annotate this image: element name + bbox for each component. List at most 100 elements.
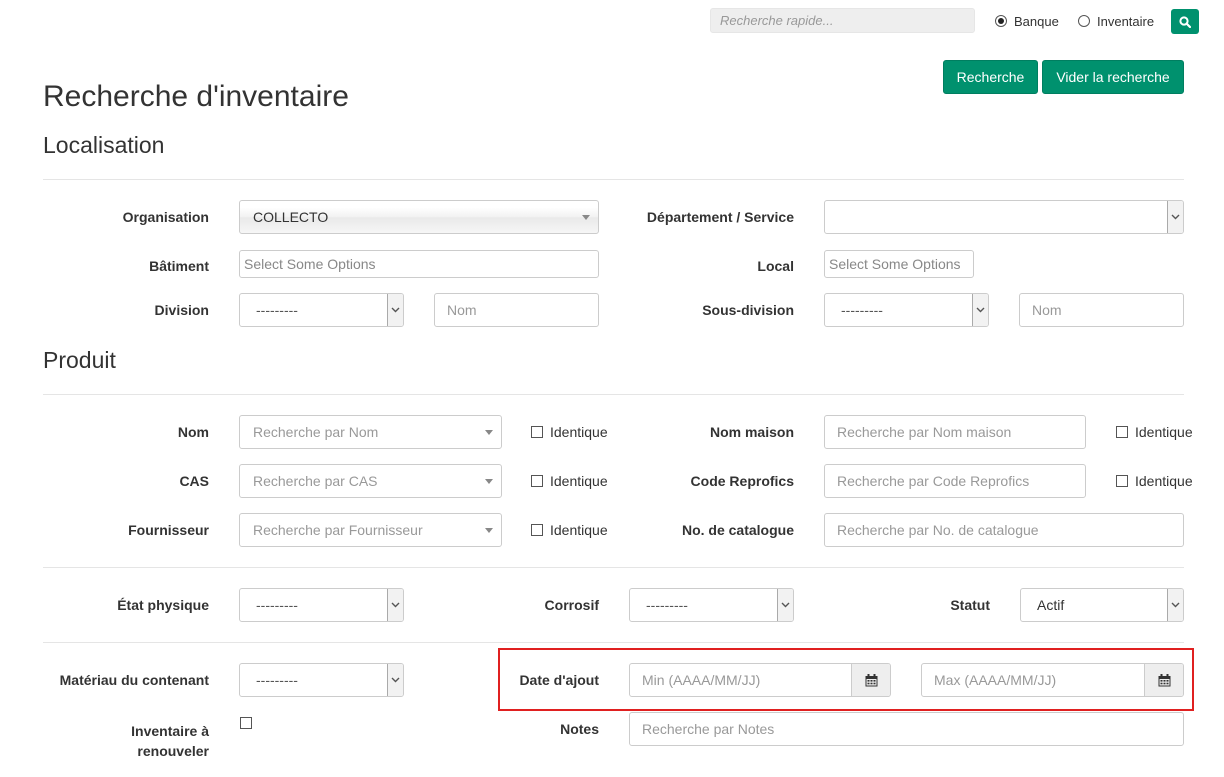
checkbox-box[interactable] xyxy=(531,426,543,438)
identique-label: Identique xyxy=(550,424,608,440)
corrosif-value: --------- xyxy=(646,597,688,613)
nom-label: Nom xyxy=(177,424,209,440)
nom-select[interactable]: Recherche par Nom xyxy=(239,415,502,449)
renouveler-label: Inventaire à renouveler xyxy=(60,721,209,761)
date-max-input[interactable]: Max (AAAA/MM/JJ) xyxy=(922,664,1144,696)
date-max-input-group[interactable]: Max (AAAA/MM/JJ) xyxy=(921,663,1184,697)
radio-inventaire-label: Inventaire xyxy=(1097,13,1155,29)
etat-value: --------- xyxy=(256,597,298,613)
nom-placeholder: Recherche par Nom xyxy=(253,424,379,440)
sousdivision-select[interactable]: --------- xyxy=(824,293,989,327)
divider xyxy=(43,642,1184,643)
notes-label: Notes xyxy=(560,721,599,737)
radio-banque-indicator[interactable] xyxy=(995,15,1007,27)
checkbox-box[interactable] xyxy=(531,475,543,487)
cas-placeholder: Recherche par CAS xyxy=(253,473,378,489)
cas-select[interactable]: Recherche par CAS xyxy=(239,464,502,498)
nom-maison-input[interactable]: Recherche par Nom maison xyxy=(824,415,1086,449)
chevron-down-icon xyxy=(1167,201,1183,233)
dropdown-arrow-icon xyxy=(485,429,493,435)
radio-banque-label: Banque xyxy=(1014,13,1059,29)
departement-label: Département / Service xyxy=(646,209,794,225)
catalogue-input[interactable]: Recherche par No. de catalogue xyxy=(824,513,1184,547)
sousdivision-nom-input[interactable]: Nom xyxy=(1019,293,1184,327)
division-nom-input[interactable]: Nom xyxy=(434,293,599,327)
nom-maison-label: Nom maison xyxy=(709,424,794,440)
clear-search-button[interactable]: Vider la recherche xyxy=(1042,60,1184,94)
division-label: Division xyxy=(154,302,209,318)
calendar-icon xyxy=(1158,673,1170,686)
checkbox-box[interactable] xyxy=(1116,475,1128,487)
departement-select[interactable] xyxy=(824,200,1184,234)
quick-search-button[interactable] xyxy=(1171,9,1199,34)
chevron-down-icon xyxy=(387,664,403,696)
catalogue-label: No. de catalogue xyxy=(681,522,794,538)
organisation-select[interactable]: COLLECTO xyxy=(239,200,599,234)
chevron-down-icon xyxy=(387,589,403,621)
chevron-down-icon xyxy=(972,294,988,326)
local-input[interactable]: Select Some Options xyxy=(824,250,974,278)
corrosif-select[interactable]: --------- xyxy=(629,588,794,622)
sousdivision-label: Sous-division xyxy=(702,302,794,318)
materiau-select[interactable]: --------- xyxy=(239,663,404,697)
calendar-button[interactable] xyxy=(851,664,890,696)
page-title: Recherche d'inventaire xyxy=(43,80,349,113)
dropdown-arrow-icon xyxy=(485,478,493,484)
section-produit-heading: Produit xyxy=(43,347,116,373)
date-ajout-label: Date d'ajout xyxy=(519,672,599,688)
checkbox-box[interactable] xyxy=(531,524,543,536)
divider xyxy=(43,179,1184,180)
corrosif-label: Corrosif xyxy=(544,597,599,613)
search-icon xyxy=(1179,15,1191,28)
fournisseur-placeholder: Recherche par Fournisseur xyxy=(253,522,423,538)
radio-inventaire[interactable]: Inventaire xyxy=(1078,12,1154,30)
nom-identique-checkbox[interactable]: Identique xyxy=(531,424,608,440)
identique-label: Identique xyxy=(550,522,608,538)
section-localisation-heading: Localisation xyxy=(43,132,165,158)
cas-label: CAS xyxy=(179,473,209,489)
date-min-input-group[interactable]: Min (AAAA/MM/JJ) xyxy=(629,663,891,697)
radio-inventaire-indicator[interactable] xyxy=(1078,15,1090,27)
reprofics-label: Code Reprofics xyxy=(690,473,794,489)
reprofics-identique-checkbox[interactable]: Identique xyxy=(1116,473,1193,489)
notes-input[interactable]: Recherche par Notes xyxy=(629,712,1184,746)
fournisseur-select[interactable]: Recherche par Fournisseur xyxy=(239,513,502,547)
renouveler-label-line1: Inventaire à xyxy=(131,723,209,739)
chevron-down-icon xyxy=(777,589,793,621)
materiau-value: --------- xyxy=(256,672,298,688)
etat-select[interactable]: --------- xyxy=(239,588,404,622)
search-button[interactable]: Recherche xyxy=(943,60,1038,94)
chevron-down-icon xyxy=(1167,589,1183,621)
etat-label: État physique xyxy=(117,597,209,613)
calendar-button[interactable] xyxy=(1144,664,1183,696)
sousdivision-value: --------- xyxy=(841,302,883,318)
renouveler-checkbox[interactable] xyxy=(240,717,252,729)
organisation-label: Organisation xyxy=(122,209,209,225)
batiment-input[interactable]: Select Some Options xyxy=(239,250,599,278)
identique-label: Identique xyxy=(1135,424,1193,440)
division-select[interactable]: --------- xyxy=(239,293,404,327)
fournisseur-identique-checkbox[interactable]: Identique xyxy=(531,522,608,538)
quick-search-input[interactable]: Recherche rapide... xyxy=(710,8,975,33)
reprofics-input[interactable]: Recherche par Code Reprofics xyxy=(824,464,1086,498)
divider xyxy=(43,567,1184,568)
dropdown-arrow-icon xyxy=(582,214,590,220)
dropdown-arrow-icon xyxy=(485,527,493,533)
nom-maison-identique-checkbox[interactable]: Identique xyxy=(1116,424,1193,440)
identique-label: Identique xyxy=(550,473,608,489)
radio-banque[interactable]: Banque xyxy=(995,12,1059,30)
date-min-input[interactable]: Min (AAAA/MM/JJ) xyxy=(630,664,851,696)
calendar-icon xyxy=(865,673,877,686)
materiau-label: Matériau du contenant xyxy=(59,672,209,688)
division-value: --------- xyxy=(256,302,298,318)
fournisseur-label: Fournisseur xyxy=(128,522,209,538)
statut-label: Statut xyxy=(950,597,990,613)
checkbox-box[interactable] xyxy=(1116,426,1128,438)
cas-identique-checkbox[interactable]: Identique xyxy=(531,473,608,489)
chevron-down-icon xyxy=(387,294,403,326)
batiment-label: Bâtiment xyxy=(149,258,209,274)
statut-select[interactable]: Actif xyxy=(1020,588,1184,622)
renouveler-label-line2: renouveler xyxy=(137,743,209,759)
statut-value: Actif xyxy=(1037,597,1065,613)
identique-label: Identique xyxy=(1135,473,1193,489)
